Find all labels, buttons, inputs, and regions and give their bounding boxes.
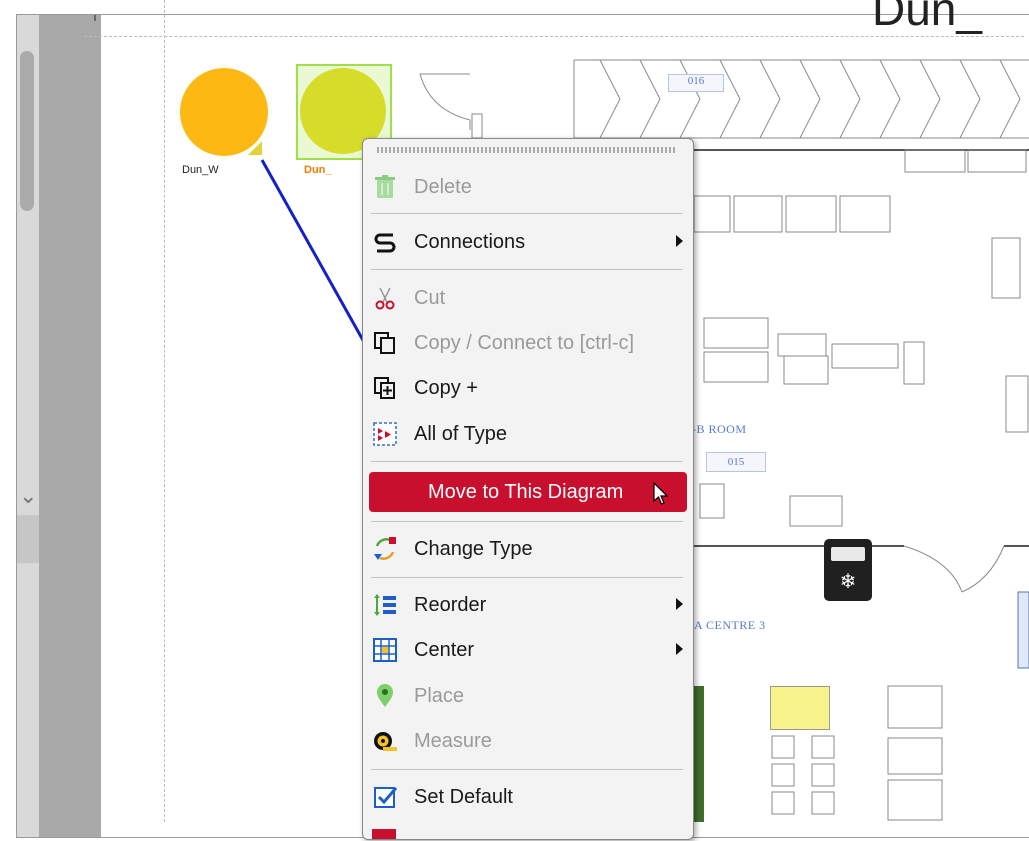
all-of-type-icon <box>372 421 398 447</box>
menu-item-center[interactable]: Center <box>363 630 693 670</box>
submenu-arrow-icon <box>676 643 683 655</box>
reorder-icon <box>372 592 398 618</box>
node-dun-w-label: Dun_W <box>182 164 219 176</box>
mouse-cursor-icon <box>653 482 669 505</box>
menu-item-change-type[interactable]: Change Type <box>363 529 693 569</box>
measure-icon <box>372 728 398 754</box>
menu-item-delete[interactable]: Delete <box>363 167 693 207</box>
node-dun-selected-label: Dun_ <box>304 164 332 176</box>
highlighted-fixture <box>770 686 830 730</box>
room-number: 015 <box>706 452 766 472</box>
menu-item-copy-connect[interactable]: Copy / Connect to [ctrl-c] <box>363 323 693 363</box>
copy-icon <box>372 330 398 356</box>
trash-icon <box>372 174 398 200</box>
menu-item-label: Center <box>414 638 475 661</box>
menu-item-label: Copy + <box>414 376 478 399</box>
context-menu: Delete Connections Cut Copy / Connect to… <box>362 138 694 840</box>
menu-item-place[interactable]: Place <box>363 676 693 716</box>
menu-item-copy-plus[interactable]: Copy + <box>363 368 693 408</box>
menu-drag-handle[interactable] <box>377 147 677 153</box>
set-default-icon <box>372 784 398 810</box>
menu-item-label: Delete <box>414 175 472 198</box>
menu-item-label: Place <box>414 684 465 707</box>
connections-icon <box>372 229 398 255</box>
center-icon <box>372 637 398 663</box>
next-menu-item-icon <box>372 829 396 839</box>
menu-item-cut[interactable]: Cut <box>363 278 693 318</box>
map-pin-icon <box>372 683 398 709</box>
menu-item-measure[interactable]: Measure <box>363 721 693 761</box>
menu-item-label: All of Type <box>414 422 508 445</box>
freezer-device-icon[interactable]: ❄ <box>824 539 872 601</box>
menu-item-label: Reorder <box>414 593 487 616</box>
menu-item-label: Change Type <box>414 537 533 560</box>
menu-item-all-of-type[interactable]: All of Type <box>363 414 693 454</box>
menu-item-label: Measure <box>414 729 492 752</box>
submenu-arrow-icon <box>676 598 683 610</box>
menu-item-label: Connections <box>414 230 526 253</box>
menu-item-move-to-diagram[interactable]: Move to This Diagram <box>369 472 687 512</box>
submenu-arrow-icon <box>676 235 683 247</box>
node-corner-marker <box>248 141 262 155</box>
change-type-icon <box>372 536 398 562</box>
menu-item-label: Cut <box>414 286 446 309</box>
scissors-icon <box>372 285 398 311</box>
copy-plus-icon <box>372 375 398 401</box>
menu-item-label: Set Default <box>414 785 513 808</box>
room-label-b-room: -B ROOM <box>692 422 747 436</box>
menu-item-connections[interactable]: Connections <box>363 222 693 262</box>
menu-item-reorder[interactable]: Reorder <box>363 585 693 625</box>
menu-item-label: Move to This Diagram <box>428 480 624 503</box>
room-label-centre: A CENTRE 3 <box>694 618 766 632</box>
menu-item-label: Copy / Connect to [ctrl-c] <box>414 331 635 354</box>
menu-item-set-default[interactable]: Set Default <box>363 777 693 817</box>
room-number-top: 016 <box>668 74 724 92</box>
